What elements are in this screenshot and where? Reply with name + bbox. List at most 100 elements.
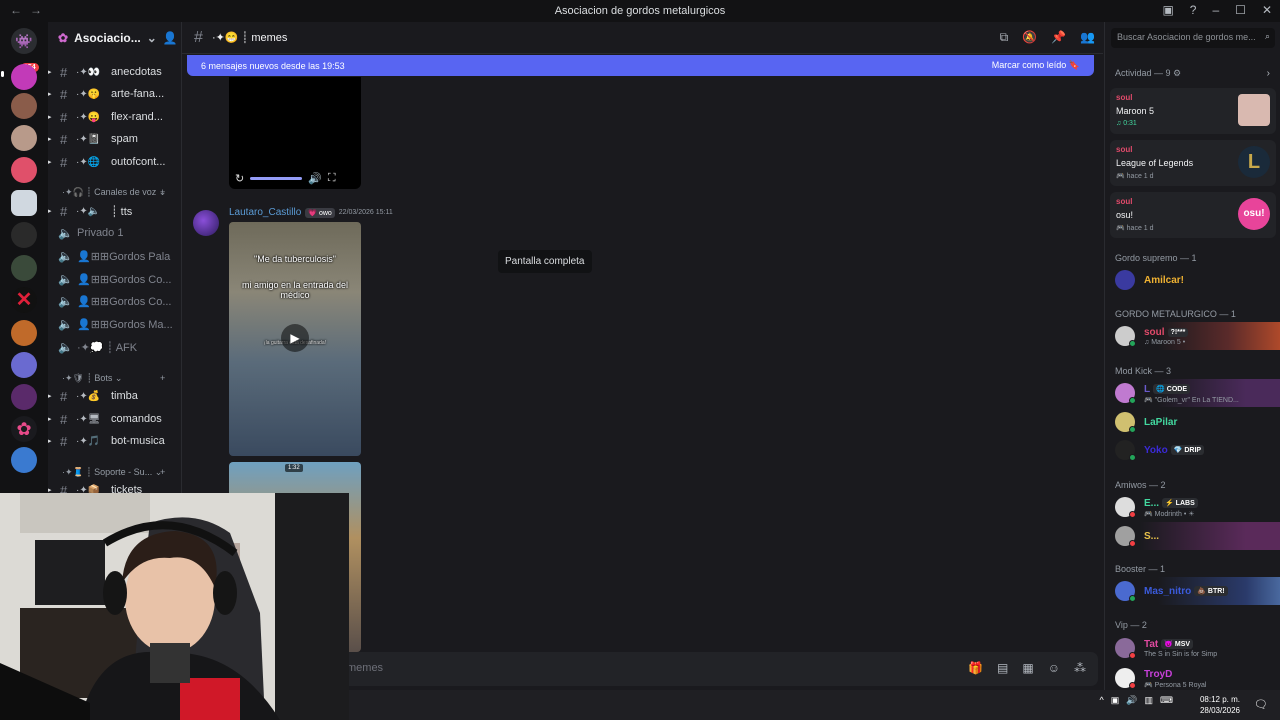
status-online-icon — [1129, 595, 1136, 602]
chevron-right-icon[interactable]: › — [1267, 68, 1270, 79]
mark-read-button[interactable]: Marcar como leído 🔖 — [992, 60, 1080, 71]
status-dnd-icon — [1129, 682, 1136, 689]
gif-icon[interactable]: ▤ — [997, 661, 1008, 675]
server-icon[interactable] — [11, 125, 37, 151]
add-channel-icon[interactable]: + — [160, 467, 165, 477]
member-item[interactable]: Mas_nitro 💩 BTR! — [1105, 577, 1280, 605]
minimize-button[interactable]: – — [1212, 3, 1219, 17]
member-item[interactable]: Tat 😈 MSV The S in Sin is for Simp — [1105, 634, 1280, 662]
close-button[interactable]: ✕ — [1262, 3, 1272, 17]
add-channel-icon[interactable]: + — [160, 373, 165, 383]
member-item[interactable]: Amilcar! — [1105, 266, 1280, 294]
pin-icon[interactable]: 📌 — [1051, 30, 1066, 45]
threads-icon[interactable]: ⧉ — [1000, 30, 1009, 45]
server-icon[interactable] — [11, 93, 37, 119]
member-item[interactable]: TroyD 🎮 Persona 5 Royal — [1105, 664, 1280, 692]
server-icon[interactable] — [11, 352, 37, 378]
channel-item[interactable]: ▸ # ·✦💰 timba — [48, 386, 181, 406]
emoji-icon[interactable]: ☺ — [1048, 661, 1060, 675]
voice-channel-item[interactable]: 🔈 👤⊞⊞Gordos Co... — [48, 291, 181, 311]
window-title: Asociacion de gordos metalurgicos — [554, 5, 726, 17]
new-messages-banner[interactable]: 6 mensajes nuevos desde las 19:53 Marcar… — [187, 55, 1094, 76]
mute-icon[interactable]: 🔕 — [1022, 30, 1037, 45]
volume-icon[interactable]: 🔊 — [308, 172, 322, 185]
add-member-icon[interactable]: 👤 — [163, 31, 178, 45]
add-channel-icon[interactable]: + — [160, 187, 165, 197]
gift-icon[interactable]: 🎁 — [968, 661, 983, 675]
member-item[interactable]: S... — [1105, 522, 1280, 550]
clock[interactable]: 08:12 p. m. 28/03/2026 — [1200, 694, 1240, 716]
avatar[interactable] — [193, 210, 219, 236]
video-caption: mi amigo en la entrada del médico — [241, 280, 349, 300]
streamer-webcam-image — [0, 493, 349, 720]
member-list-icon[interactable]: 👥 — [1080, 30, 1095, 45]
server-icon[interactable] — [11, 190, 37, 216]
activity-card[interactable]: soul osu! 🎮 hace 1 d osu! — [1110, 192, 1276, 238]
volume-slider[interactable] — [250, 176, 303, 180]
member-item[interactable]: LaPilar — [1105, 408, 1280, 436]
apps-icon[interactable]: ⁂ — [1074, 661, 1086, 675]
server-icon[interactable] — [11, 384, 37, 410]
voice-channel-item[interactable]: 🔈 👤⊞⊞Gordos Ma... — [48, 314, 181, 334]
channel-item[interactable]: ▸ # ·✦😛 flex-rand... — [48, 107, 181, 127]
member-item[interactable]: Yoko 💎 DRIP — [1105, 436, 1280, 464]
league-icon: L — [1238, 146, 1270, 178]
help-icon[interactable]: ? — [1190, 3, 1197, 17]
member-item[interactable]: L 🌐 CODE 🎮 "Golem_vr" En La TIEND... — [1105, 379, 1280, 407]
hash-icon: # — [60, 154, 68, 170]
server-icon[interactable] — [11, 255, 37, 281]
voice-channel-item[interactable]: 🔈 Privado 1 — [48, 223, 181, 243]
speaker-icon: 🔈 — [58, 272, 73, 286]
osu-icon: osu! — [1238, 198, 1270, 230]
category-support[interactable]: ·✦🧵 ┊ Soporte - Su... ⌄ + — [62, 467, 165, 478]
server-icon[interactable] — [11, 64, 37, 90]
voice-channel-item[interactable]: 🔈 ·✦💭 ┊ AFK — [48, 337, 181, 357]
channel-item[interactable]: ▸ # ·✦🔈 ┊ tts — [48, 201, 181, 221]
replay-icon[interactable]: ↻ — [235, 172, 244, 185]
activity-card[interactable]: soul Maroon 5 ♫ 0:31 — [1110, 88, 1276, 134]
member-item[interactable]: soul ?!*** ♫ Maroon 5 • — [1105, 322, 1280, 350]
category-bots[interactable]: ·✦🛡 ┊ Bots ⌄ + — [62, 373, 165, 384]
speaker-icon: 🔈 — [58, 294, 73, 308]
channel-item[interactable]: ▸ # ·✦👀 anecdotas — [48, 62, 181, 82]
sticker-icon[interactable]: ▦ — [1022, 661, 1033, 675]
server-icon[interactable] — [11, 157, 37, 183]
video-attachment[interactable]: "Me da tuberculosis" mi amigo en la entr… — [229, 222, 361, 456]
channel-item[interactable]: ▸ # ·✦🎵 bot-musica — [48, 431, 181, 451]
search-input[interactable]: Buscar Asociacion de gordos me... ⌕ — [1111, 28, 1275, 48]
tray-app-icon[interactable]: ▣ — [1111, 695, 1120, 706]
server-icon[interactable]: ✕ — [11, 287, 37, 313]
server-icon[interactable] — [11, 222, 37, 248]
volume-icon[interactable]: 🔊 — [1126, 695, 1137, 706]
activity-card[interactable]: soul League of Legends 🎮 hace 1 d L — [1110, 140, 1276, 186]
server-icon[interactable]: ✿ — [11, 416, 37, 442]
inbox-icon[interactable]: ▣ — [1162, 3, 1173, 17]
server-icon[interactable] — [11, 320, 37, 346]
hash-icon: # — [60, 64, 68, 80]
server-icon[interactable] — [11, 447, 37, 473]
play-icon[interactable]: ▶ — [281, 324, 309, 352]
category-voice[interactable]: ·✦🎧 ┊ Canales de voz ⌄ + — [62, 187, 166, 198]
channel-item[interactable]: ▸ # ·✦🤫 arte-fana... — [48, 84, 181, 104]
guild-header[interactable]: ✿ Asociacio... ⌄ 👤 — [48, 22, 181, 54]
channel-item[interactable]: ▸ # ·✦📓 spam — [48, 129, 181, 149]
keyboard-icon[interactable]: ⌨ — [1160, 695, 1173, 706]
role-group-title: Booster — 1 — [1115, 564, 1166, 574]
direct-messages-icon[interactable]: 👾 — [11, 28, 37, 54]
channel-item[interactable]: ▸ # ·✦🌐 outofcont... — [48, 152, 181, 172]
channel-item[interactable]: ▸ # ·✦🖥 comandos — [48, 409, 181, 429]
wifi-icon[interactable]: ▥ — [1144, 695, 1153, 706]
voice-channel-item[interactable]: 🔈 👤⊞⊞Gordos Pala — [48, 246, 181, 266]
composer-placeholder: memes — [347, 662, 384, 674]
video-attachment[interactable]: ↻ 🔊 ⛶ — [229, 77, 361, 189]
hash-icon: # — [60, 203, 68, 219]
maximize-button[interactable]: ☐ — [1235, 3, 1246, 17]
guild-tag[interactable]: 💗 owo — [305, 207, 335, 218]
voice-channel-item[interactable]: 🔈 👤⊞⊞Gordos Co... — [48, 269, 181, 289]
member-item[interactable]: E... ⚡ LABS 🎮 Modrinth • ☀ — [1105, 493, 1280, 521]
status-dnd-icon — [1129, 540, 1136, 547]
tray-expand-icon[interactable]: ^ — [1100, 695, 1104, 706]
notifications-icon[interactable]: 🗨 — [1254, 698, 1268, 711]
fullscreen-icon[interactable]: ⛶ — [328, 172, 336, 185]
author-name[interactable]: Lautaro_Castillo — [229, 207, 301, 218]
